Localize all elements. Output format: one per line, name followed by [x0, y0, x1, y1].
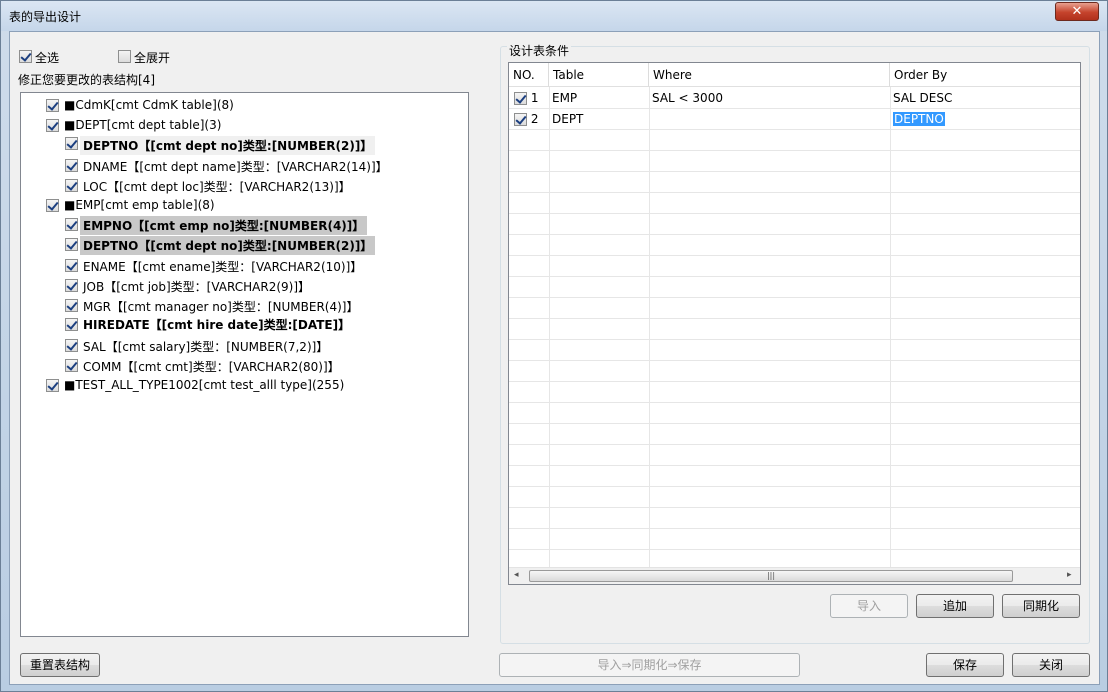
tree-caption: 修正您要更改的表结构[4] — [18, 73, 155, 87]
add-button[interactable]: 追加 — [916, 594, 994, 618]
row-checkbox[interactable] — [514, 92, 527, 105]
import-button[interactable]: 导入 — [830, 594, 908, 618]
scroll-thumb[interactable]: ||| — [529, 570, 1013, 582]
select-all-label: 全选 — [35, 51, 60, 65]
column-header-table[interactable]: Table — [549, 63, 649, 87]
title-bar: 表的导出设计 ✕ — [1, 1, 1107, 31]
row-number: 2 — [530, 112, 539, 126]
close-button[interactable]: 关闭 — [1012, 653, 1090, 677]
column-header-order-by[interactable]: Order By — [890, 63, 1080, 87]
selected-cell-text[interactable]: DEPTNO — [893, 112, 945, 126]
expand-all-checkbox[interactable] — [118, 49, 131, 63]
import-sync-save-button[interactable]: 导入⇒同期化⇒保存 — [499, 653, 800, 677]
table-row[interactable]: 1 — [511, 88, 538, 109]
scroll-left-icon[interactable]: ◂ — [514, 570, 519, 580]
cell-where[interactable] — [649, 109, 652, 130]
column-header-where[interactable]: Where — [649, 63, 890, 87]
row-checkbox[interactable] — [514, 113, 527, 126]
dialog-window: 表的导出设计 ✕ 全选 全展开 修正您要更改的表结构[4] ■CdmK[cmt … — [0, 0, 1108, 692]
close-window-button[interactable]: ✕ — [1055, 2, 1099, 21]
sync-button[interactable]: 同期化 — [1002, 594, 1080, 618]
cell-order-by[interactable]: SAL DESC — [890, 88, 952, 109]
window-title: 表的导出设计 — [9, 10, 82, 24]
horizontal-scrollbar[interactable]: ◂ ||| ▸ — [509, 567, 1080, 584]
reset-structure-button[interactable]: 重置表结构 — [20, 653, 100, 677]
cell-order-by[interactable]: DEPTNO — [890, 109, 945, 130]
row-number: 1 — [530, 91, 539, 105]
expand-all-label: 全展开 — [134, 51, 171, 65]
select-all-checkbox[interactable] — [19, 49, 32, 63]
column-header-no[interactable]: NO. — [509, 63, 549, 87]
cell-table[interactable]: EMP — [549, 88, 577, 109]
conditions-caption: 设计表条件 — [507, 42, 572, 59]
conditions-grid[interactable]: NO. Table Where Order By 1 EMP SAL < 300… — [508, 62, 1081, 585]
cell-table[interactable]: DEPT — [549, 109, 583, 130]
cell-where[interactable]: SAL < 3000 — [649, 88, 723, 109]
dialog-client: 全选 全展开 修正您要更改的表结构[4] ■CdmK[cmt CdmK tabl… — [9, 31, 1100, 685]
table-row[interactable]: 2 — [511, 109, 538, 130]
save-button[interactable]: 保存 — [926, 653, 1004, 677]
table-structure-tree[interactable]: ■CdmK[cmt CdmK table](8) ■DEPT[cmt dept … — [20, 92, 469, 637]
scroll-right-icon[interactable]: ▸ — [1067, 570, 1072, 580]
